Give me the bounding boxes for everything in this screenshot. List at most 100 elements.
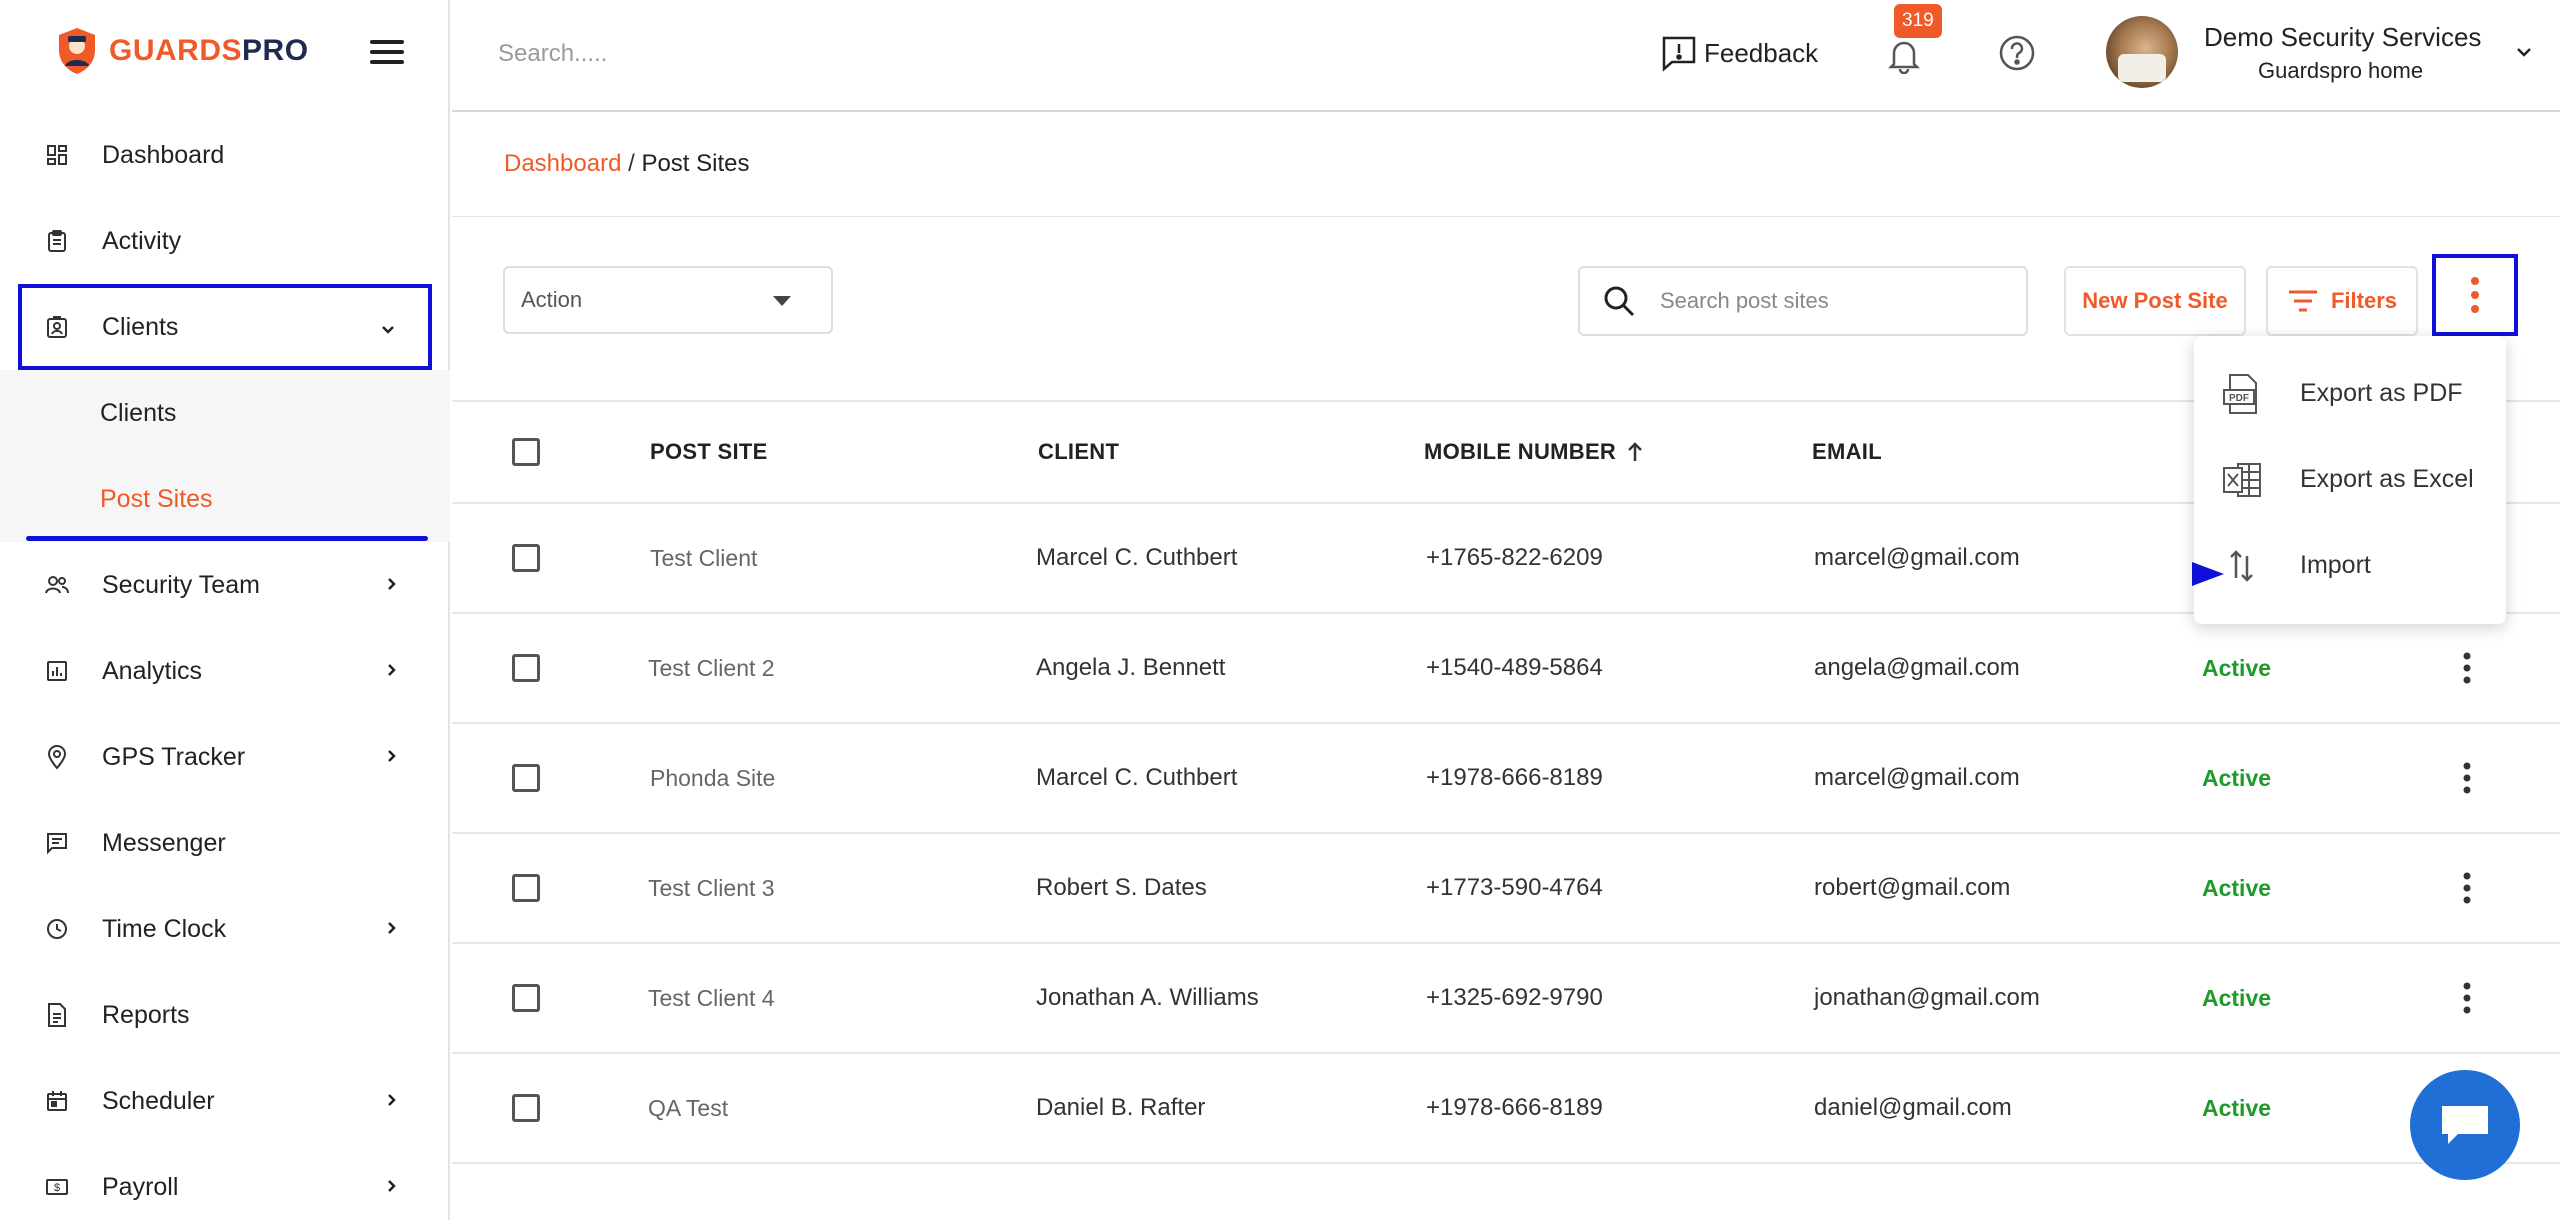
sidebar-item-label: Clients xyxy=(102,312,179,341)
sidebar-item-dashboard[interactable]: Dashboard xyxy=(0,112,450,198)
client-cell: Marcel C. Cuthbert xyxy=(1036,544,1238,571)
org-name: Demo Security Services xyxy=(2204,22,2482,52)
calendar-icon xyxy=(44,1088,70,1114)
mobile-cell: +1978-666-8189 xyxy=(1426,1094,1603,1121)
mobile-cell: +1540-489-5864 xyxy=(1426,654,1603,681)
logo-text-guards: GUARDS xyxy=(109,34,243,67)
sidebar-subitem-clients[interactable]: Clients xyxy=(0,370,450,456)
chevron-down-icon xyxy=(382,326,394,334)
breadcrumb: Dashboard / Post Sites xyxy=(504,150,749,178)
status-badge: Active xyxy=(2202,874,2272,901)
svg-text:$: $ xyxy=(54,1182,60,1194)
row-actions[interactable] xyxy=(2462,724,2472,832)
sidebar-item-scheduler[interactable]: Scheduler xyxy=(0,1058,450,1144)
new-post-site-button[interactable]: New Post Site xyxy=(2064,266,2246,336)
column-header-mobile[interactable]: MOBILE NUMBER xyxy=(1424,402,1644,502)
email-cell: marcel@gmail.com xyxy=(1814,764,2020,791)
sidebar-nav: Dashboard Activity Clients Clients Post … xyxy=(0,112,450,1230)
table-row[interactable]: Phonda Site Marcel C. Cuthbert +1978-666… xyxy=(452,724,2560,834)
menu-item-label: Export as PDF xyxy=(2300,378,2463,407)
money-icon: $ xyxy=(44,1174,70,1200)
table-row[interactable]: Test Client 4 Jonathan A. Williams +1325… xyxy=(452,944,2560,1054)
global-search-input[interactable]: Search..... xyxy=(498,40,607,68)
sidebar-subitem-post-sites[interactable]: Post Sites xyxy=(0,456,450,542)
breadcrumb-separator: / xyxy=(628,150,635,177)
sidebar-item-gps-tracker[interactable]: GPS Tracker xyxy=(0,714,450,800)
row-checkbox[interactable] xyxy=(512,874,540,902)
kebab-menu-icon xyxy=(2471,277,2479,313)
email-cell: jonathan@gmail.com xyxy=(1814,984,2040,1011)
client-cell: Daniel B. Rafter xyxy=(1036,1094,1206,1121)
sidebar-item-label: Dashboard xyxy=(102,140,225,169)
sidebar-item-security-team[interactable]: Security Team xyxy=(0,542,450,628)
action-select-label: Action xyxy=(521,287,583,312)
filters-button[interactable]: Filters xyxy=(2266,266,2418,336)
avatar[interactable] xyxy=(2106,16,2178,88)
mobile-cell: +1765-822-6209 xyxy=(1426,544,1603,571)
help-icon[interactable] xyxy=(1998,34,2036,72)
menu-item-export-pdf[interactable]: PDF Export as PDF xyxy=(2194,350,2506,436)
feedback-button[interactable]: Feedback xyxy=(1660,34,1818,72)
sidebar-item-messenger[interactable]: Messenger xyxy=(0,800,450,886)
table-row[interactable]: Test Client 2 Angela J. Bennett +1540-48… xyxy=(452,614,2560,724)
clipboard-icon xyxy=(44,228,70,254)
clients-submenu: Clients Post Sites xyxy=(0,370,450,542)
row-actions[interactable] xyxy=(2462,834,2472,942)
client-cell: Jonathan A. Williams xyxy=(1036,984,1259,1011)
client-cell: Angela J. Bennett xyxy=(1036,654,1226,681)
table-row[interactable]: QA Test Daniel B. Rafter +1978-666-8189 … xyxy=(452,1054,2560,1164)
contact-card-icon xyxy=(44,314,70,340)
select-all-checkbox[interactable] xyxy=(512,438,540,466)
feedback-icon xyxy=(1662,36,1696,72)
kebab-menu-icon xyxy=(2463,982,2471,1014)
chevron-right-icon xyxy=(388,1094,396,1106)
sidebar-item-analytics[interactable]: Analytics xyxy=(0,628,450,714)
column-header-post-site[interactable]: POST SITE xyxy=(650,402,768,502)
post-site-cell[interactable]: Phonda Site xyxy=(650,724,775,832)
notification-badge: 319 xyxy=(1894,4,1942,38)
column-header-client[interactable]: CLIENT xyxy=(1038,402,1119,502)
row-actions[interactable] xyxy=(2462,944,2472,1052)
search-icon xyxy=(1604,286,1635,317)
divider xyxy=(452,216,2560,217)
chevron-down-icon[interactable] xyxy=(2512,40,2536,64)
search-input[interactable] xyxy=(1658,287,1978,315)
post-site-cell[interactable]: Test Client 2 xyxy=(648,614,775,722)
sidebar-item-activity[interactable]: Activity xyxy=(0,198,450,284)
chat-button[interactable] xyxy=(2410,1070,2520,1180)
row-checkbox[interactable] xyxy=(512,1094,540,1122)
row-actions[interactable] xyxy=(2462,614,2472,722)
breadcrumb-dashboard[interactable]: Dashboard xyxy=(504,150,621,177)
menu-item-import[interactable]: Import xyxy=(2194,522,2506,608)
more-options-button[interactable] xyxy=(2432,254,2518,336)
email-cell: robert@gmail.com xyxy=(1814,874,2011,901)
post-site-cell[interactable]: Test Client xyxy=(650,504,757,612)
menu-item-label: Export as Excel xyxy=(2300,464,2474,493)
sidebar-item-label: Payroll xyxy=(102,1172,179,1201)
menu-item-export-excel[interactable]: Export as Excel xyxy=(2194,436,2506,522)
column-header-mobile-label: MOBILE NUMBER xyxy=(1424,439,1617,464)
bell-icon[interactable] xyxy=(1888,36,1920,74)
column-header-email[interactable]: EMAIL xyxy=(1812,402,1882,502)
sidebar-item-reports[interactable]: Reports xyxy=(0,972,450,1058)
row-checkbox[interactable] xyxy=(512,764,540,792)
row-checkbox[interactable] xyxy=(512,654,540,682)
post-site-cell[interactable]: Test Client 4 xyxy=(648,944,775,1052)
row-checkbox[interactable] xyxy=(512,544,540,572)
status-badge: Active xyxy=(2202,654,2272,681)
mobile-cell: +1773-590-4764 xyxy=(1426,874,1603,901)
menu-icon[interactable] xyxy=(370,40,404,66)
post-site-cell[interactable]: QA Test xyxy=(648,1054,728,1162)
mobile-cell: +1978-666-8189 xyxy=(1426,764,1603,791)
action-select[interactable]: Action xyxy=(503,266,833,334)
row-checkbox[interactable] xyxy=(512,984,540,1012)
post-site-cell[interactable]: Test Client 3 xyxy=(648,834,775,942)
email-cell: daniel@gmail.com xyxy=(1814,1094,2012,1121)
sidebar-item-time-clock[interactable]: Time Clock xyxy=(0,886,450,972)
sidebar-item-payroll[interactable]: $ Payroll xyxy=(0,1144,450,1230)
sidebar-item-clients[interactable]: Clients xyxy=(18,284,432,370)
dashboard-icon xyxy=(44,142,70,168)
logo[interactable]: GUARDSPRO xyxy=(55,26,309,76)
table-row[interactable]: Test Client 3 Robert S. Dates +1773-590-… xyxy=(452,834,2560,944)
post-site-search xyxy=(1578,266,2028,336)
